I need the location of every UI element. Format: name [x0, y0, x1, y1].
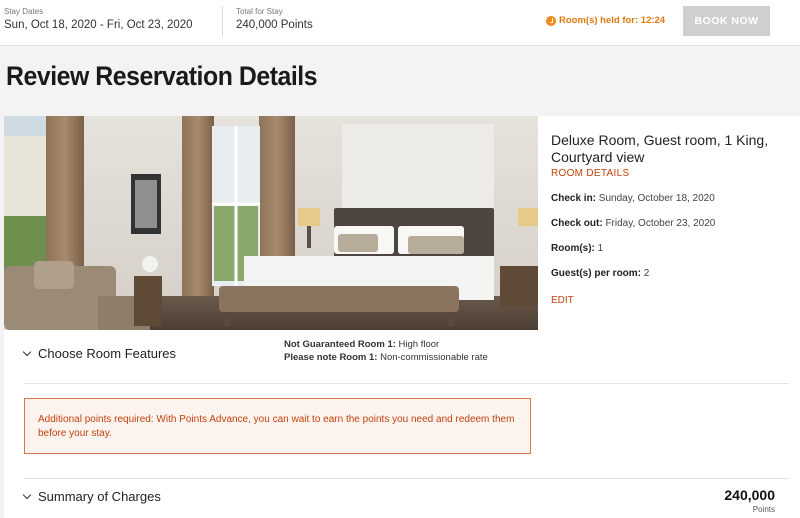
check-in-row: Check in: Sunday, October 18, 2020: [551, 193, 800, 204]
stay-total-label: Total for Stay: [236, 7, 283, 16]
rooms-value: 1: [597, 243, 604, 254]
stay-dates: Stay Dates Sun, Oct 18, 2020 - Fri, Oct …: [4, 7, 193, 31]
hold-timer-text: Room(s) held for: 12:24: [559, 15, 666, 26]
room-note-2-label: Please note Room 1:: [284, 352, 378, 363]
room-card: Deluxe Room, Guest room, 1 King, Courtya…: [4, 116, 800, 330]
clock-icon: [546, 15, 556, 26]
guests-label: Guest(s) per room:: [551, 268, 642, 279]
edit-link[interactable]: EDIT: [551, 295, 800, 306]
room-note-1-label: Not Guaranteed Room 1:: [284, 339, 396, 350]
room-name: Deluxe Room, Guest room, 1 King, Courtya…: [551, 132, 769, 165]
room-notes: Not Guaranteed Room 1: High floor Please…: [284, 338, 488, 364]
check-out-row: Check out: Friday, October 23, 2020: [551, 218, 800, 229]
reservation-options-panel: Choose Room Features Not Guaranteed Room…: [4, 330, 800, 518]
points-alert: Additional points required: With Points …: [24, 398, 531, 454]
section-divider: [24, 478, 789, 479]
page-title: Review Reservation Details: [6, 61, 318, 91]
room-photo: [4, 116, 538, 330]
room-info: Deluxe Room, Guest room, 1 King, Courtya…: [551, 132, 800, 306]
room-features-heading: Choose Room Features: [38, 346, 177, 361]
summary-total-value: 240,000: [724, 487, 775, 503]
summary-total: 240,000 Points: [724, 487, 775, 514]
guests-value: 2: [643, 268, 650, 279]
chevron-down-icon: [22, 347, 32, 357]
guests-row: Guest(s) per room: 2: [551, 268, 800, 279]
reservation-header-bar: Stay Dates Sun, Oct 18, 2020 - Fri, Oct …: [0, 0, 800, 46]
summary-of-charges-toggle[interactable]: Summary of Charges: [22, 489, 161, 504]
summary-heading: Summary of Charges: [38, 489, 161, 504]
room-note-2: Please note Room 1: Non-commissionable r…: [284, 351, 488, 364]
rooms-label: Room(s):: [551, 243, 595, 254]
header-divider: [222, 6, 223, 37]
check-out-value: Friday, October 23, 2020: [605, 218, 716, 229]
section-divider: [24, 383, 789, 384]
chevron-down-icon: [22, 490, 32, 500]
stay-total: Total for Stay 240,000 Points: [236, 7, 313, 31]
room-note-1: Not Guaranteed Room 1: High floor: [284, 338, 488, 351]
room-details-link[interactable]: ROOM DETAILS: [551, 168, 800, 179]
check-in-value: Sunday, October 18, 2020: [598, 193, 715, 204]
stay-total-value: 240,000 Points: [236, 19, 313, 31]
check-in-label: Check in:: [551, 193, 597, 204]
summary-total-unit: Points: [752, 505, 775, 514]
rooms-row: Room(s): 1: [551, 243, 800, 254]
hold-timer: Room(s) held for: 12:24: [546, 15, 665, 26]
stay-dates-label: Stay Dates: [4, 7, 44, 16]
room-note-2-value: Non-commissionable rate: [380, 352, 488, 363]
stay-dates-value: Sun, Oct 18, 2020 - Fri, Oct 23, 2020: [4, 19, 193, 31]
check-out-label: Check out:: [551, 218, 603, 229]
room-note-1-value: High floor: [398, 339, 440, 350]
room-features-toggle[interactable]: Choose Room Features: [22, 346, 177, 361]
book-now-button[interactable]: BOOK NOW: [683, 6, 770, 36]
